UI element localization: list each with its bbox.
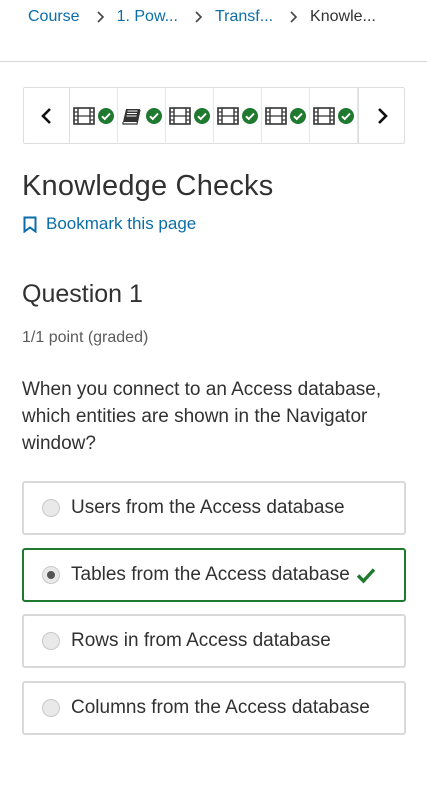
check-circle-icon [194, 107, 210, 124]
bookmark-label: Bookmark this page [46, 214, 197, 233]
chevron-right-icon [194, 11, 203, 23]
answer-choice-2[interactable]: Tables from the Access database [22, 548, 406, 602]
answer-choice-3[interactable]: Rows in from Access database [22, 614, 406, 668]
answer-choice-4[interactable]: Columns from the Access database [22, 681, 406, 735]
choice-label: Rows in from Access database [71, 630, 331, 651]
radio-button[interactable] [42, 632, 60, 650]
radio-button[interactable] [42, 499, 60, 517]
video-icon [217, 106, 239, 125]
check-circle-icon [242, 107, 258, 124]
sequence-unit-1[interactable] [70, 88, 118, 143]
question-prompt: When you connect to an Access database, … [22, 379, 382, 454]
video-icon [265, 106, 287, 125]
radio-button[interactable] [42, 699, 60, 717]
answer-choice-1[interactable]: Users from the Access database [22, 481, 406, 535]
next-unit-button[interactable] [358, 88, 404, 143]
radio-button-selected[interactable] [42, 566, 60, 584]
sequence-unit-6[interactable] [310, 88, 358, 143]
bookmark-icon [23, 216, 37, 233]
breadcrumb-link-course[interactable]: Course [28, 8, 80, 26]
check-circle-icon [338, 107, 354, 124]
chevron-right-icon [96, 11, 105, 23]
sequence-nav [23, 87, 405, 144]
chevron-left-icon [40, 107, 51, 124]
sequence-unit-2[interactable] [118, 88, 166, 143]
sequence-unit-5[interactable] [262, 88, 310, 143]
previous-unit-button[interactable] [24, 88, 70, 143]
book-icon [121, 107, 143, 125]
question-points: 1/1 point (graded) [22, 329, 149, 346]
breadcrumb-current: Knowle... [310, 8, 376, 25]
correct-check-icon [356, 566, 376, 584]
sequence-unit-3[interactable] [166, 88, 214, 143]
page-title: Knowledge Checks [22, 170, 274, 202]
header-divider [0, 61, 427, 62]
breadcrumb-link-subsection[interactable]: Transf... [215, 8, 273, 26]
video-icon [313, 106, 335, 125]
chevron-right-icon [377, 107, 388, 124]
video-icon [73, 106, 95, 125]
bookmark-button[interactable]: Bookmark this page [23, 214, 196, 234]
check-circle-icon [98, 107, 114, 124]
choice-label: Users from the Access database [71, 497, 345, 518]
question-title: Question 1 [22, 280, 143, 308]
video-icon [169, 106, 191, 125]
breadcrumb-link-section[interactable]: 1. Pow... [117, 8, 178, 26]
sequence-unit-4[interactable] [214, 88, 262, 143]
choice-label: Columns from the Access database [71, 697, 370, 718]
choice-label: Tables from the Access database [71, 564, 350, 585]
check-circle-icon [146, 107, 162, 124]
check-circle-icon [290, 107, 306, 124]
breadcrumb: Course 1. Pow... Transf... Knowle... [28, 6, 417, 28]
chevron-right-icon [289, 11, 298, 23]
